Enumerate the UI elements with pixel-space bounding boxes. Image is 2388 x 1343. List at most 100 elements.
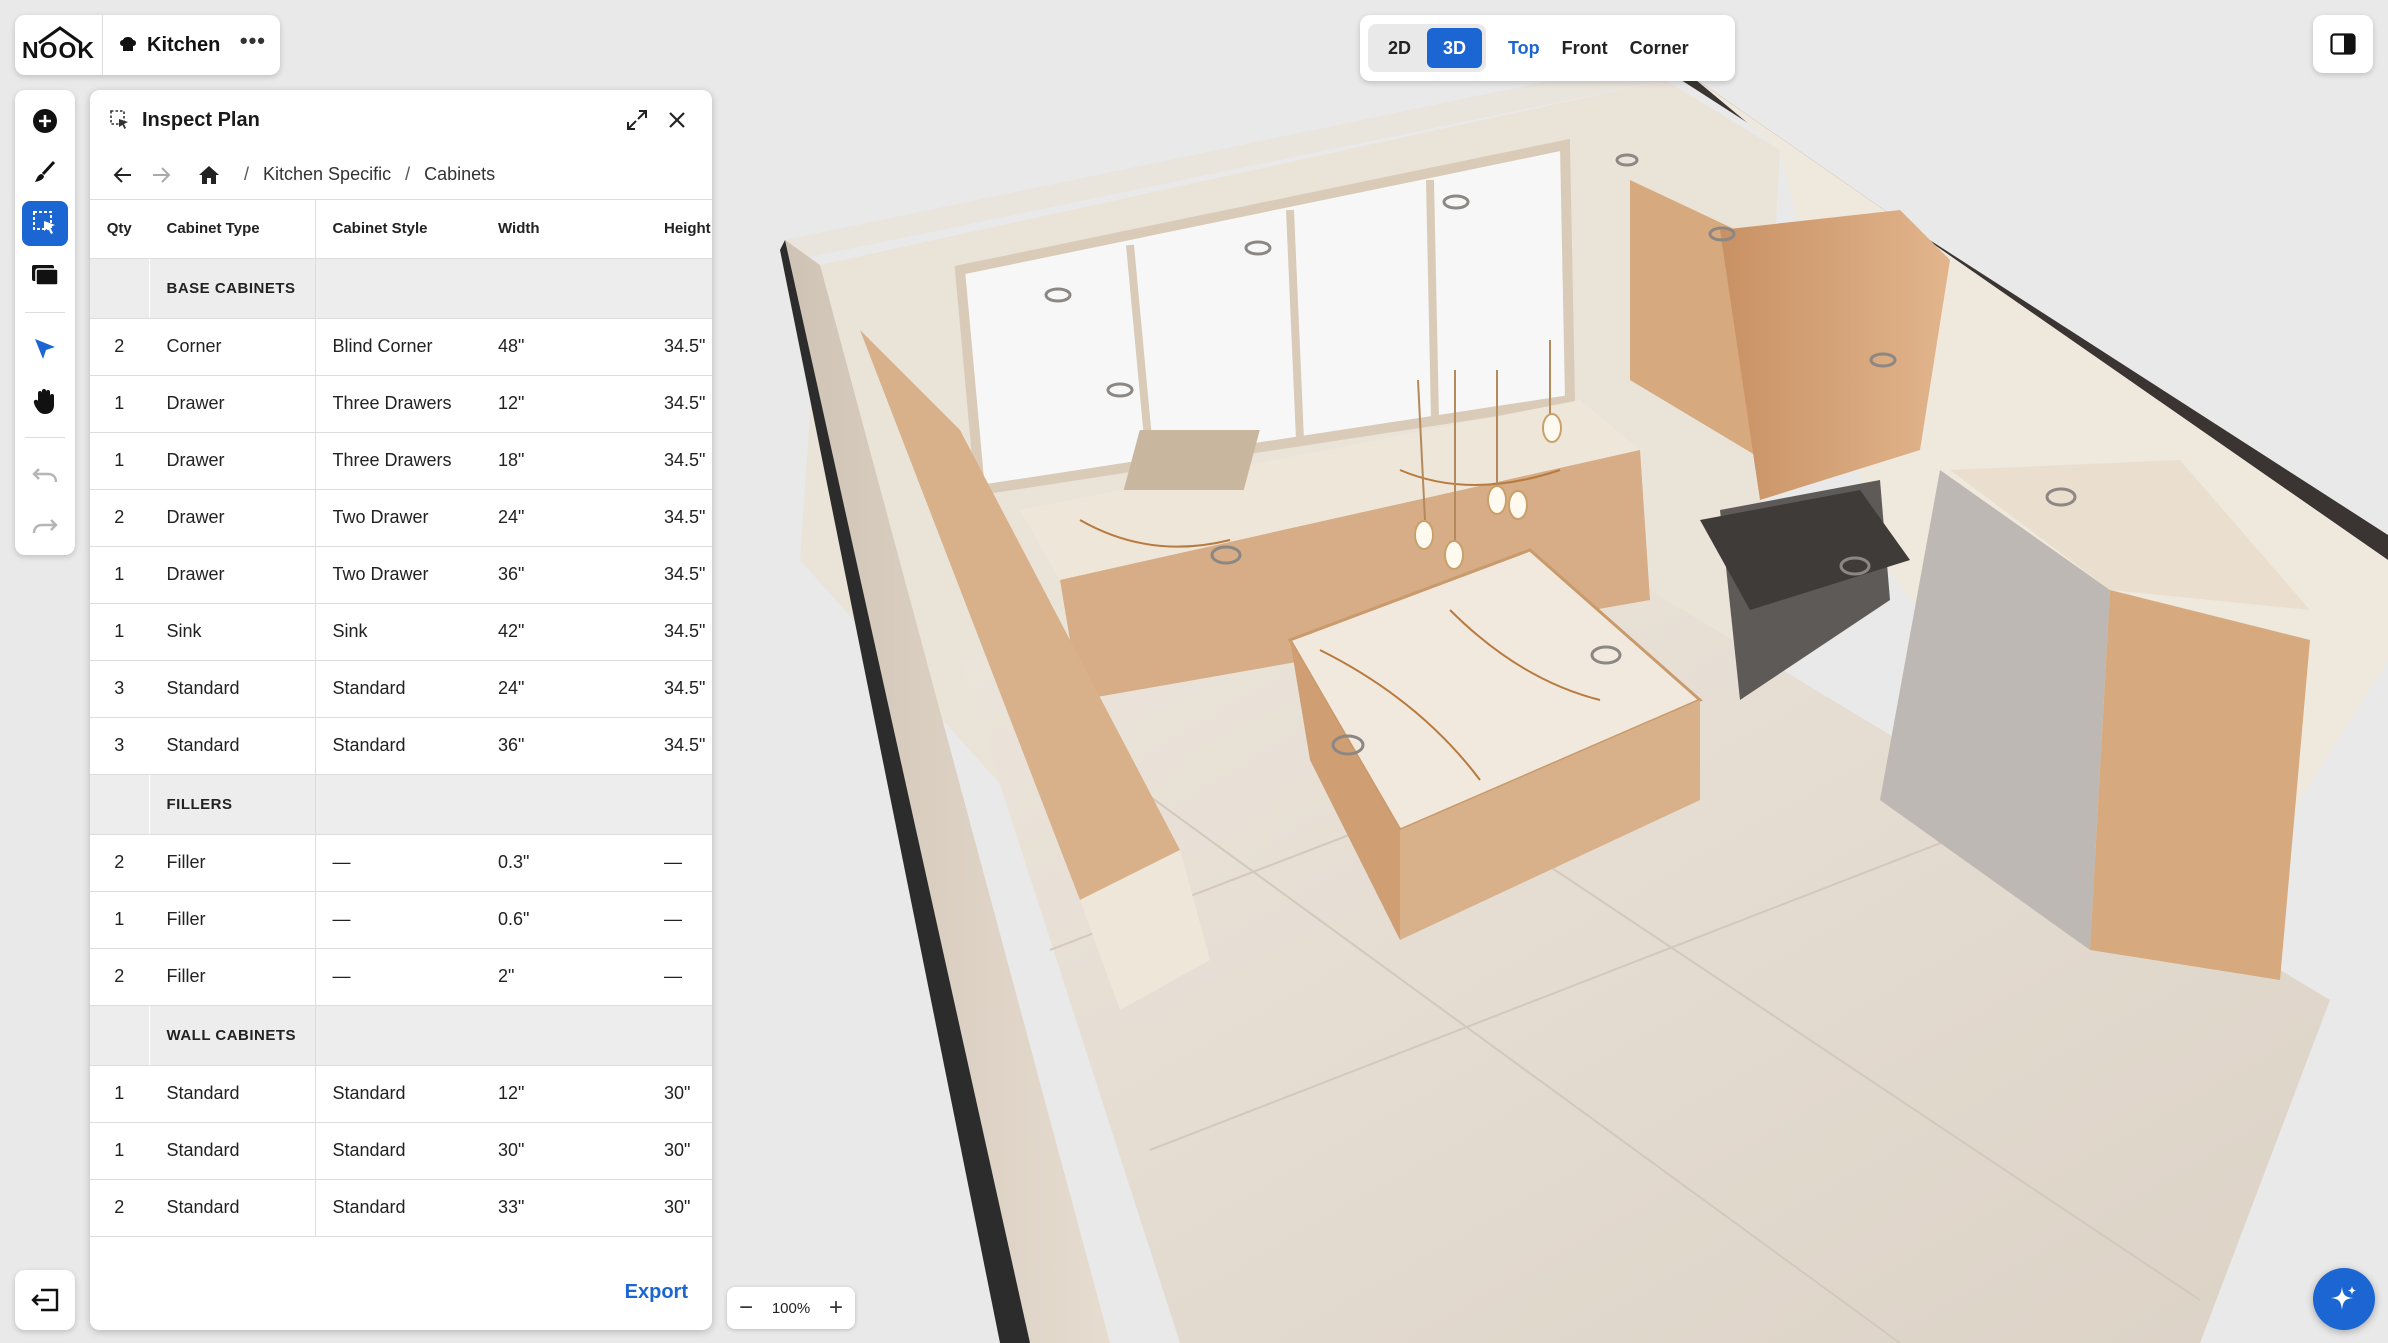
cell-qty: 2 — [90, 1179, 150, 1237]
pointer-tool-button[interactable] — [22, 326, 68, 371]
inspect-tool-button[interactable] — [22, 200, 68, 247]
cell-height: 30" — [647, 1122, 712, 1180]
library-tool-button[interactable] — [22, 252, 68, 297]
table-row[interactable]: 2 Corner Blind Corner 48" 34.5" — [90, 318, 712, 376]
zoom-out-button[interactable]: − — [739, 1296, 753, 1320]
cell-qty: 2 — [90, 948, 150, 1006]
cell-height: 34.5" — [647, 660, 712, 718]
camera-corner-button[interactable]: Corner — [1630, 38, 1689, 59]
cell-qty: 1 — [90, 891, 150, 949]
section-row: WALL CABINETS — [90, 1005, 712, 1066]
cell-cabinet-type: Standard — [149, 717, 316, 775]
zoom-level: 100% — [771, 1299, 811, 1317]
tools-toolbar — [15, 90, 75, 555]
table-row[interactable]: 2 Filler —0.3" — — [90, 834, 712, 892]
table-row[interactable]: 1 Standard Standard 30" 30" — [90, 1122, 712, 1180]
table-row[interactable]: 1 Drawer Three Drawers 12" 34.5" — [90, 375, 712, 433]
view-switcher: 2D 3D Top Front Corner — [1360, 15, 1735, 81]
table-row[interactable]: 1 Drawer Two Drawer 36" 34.5" — [90, 546, 712, 604]
column-header-height[interactable]: Height — [647, 200, 712, 259]
camera-top-button[interactable]: Top — [1508, 38, 1540, 59]
pointer-icon — [35, 339, 55, 360]
cell-cabinet-style: Two Drawer — [315, 546, 481, 604]
cell-cabinet-style: Three Drawers — [315, 375, 481, 433]
cell-width: 36" — [481, 546, 647, 604]
section-row: BASE CABINETS — [90, 258, 712, 319]
section-spacer — [90, 1005, 150, 1066]
home-button[interactable] — [192, 158, 226, 192]
section-spacer — [315, 774, 712, 835]
cell-qty: 1 — [90, 375, 150, 433]
cell-height: 34.5" — [647, 603, 712, 661]
section-spacer — [315, 258, 712, 319]
cell-qty: 3 — [90, 717, 150, 775]
breadcrumb-cabinets[interactable]: Cabinets — [424, 164, 495, 185]
redo-button[interactable] — [22, 504, 68, 549]
column-header-cabinet-type[interactable]: Cabinet Type — [149, 200, 316, 259]
cell-cabinet-style: Standard — [315, 1179, 481, 1237]
back-button[interactable] — [106, 158, 140, 192]
table-row[interactable]: 1 Sink Sink 42" 34.5" — [90, 603, 712, 661]
nook-logo[interactable]: NOOK — [15, 15, 103, 75]
column-header-cabinet-style[interactable]: Cabinet Style — [315, 200, 481, 259]
cell-height: — — [647, 948, 712, 1006]
cell-cabinet-type: Filler — [149, 891, 316, 949]
project-name: Kitchen — [147, 33, 221, 56]
cell-qty: 2 — [90, 489, 150, 547]
section-name: WALL CABINETS — [149, 1005, 316, 1066]
ai-assistant-button[interactable] — [2313, 1268, 2375, 1330]
table-row[interactable]: 1 Drawer Three Drawers 18" 34.5" — [90, 432, 712, 490]
cell-qty: 1 — [90, 546, 150, 604]
cell-width: 24" — [481, 660, 647, 718]
cell-width: 0.6" — [481, 891, 647, 949]
cell-height: 34.5" — [647, 546, 712, 604]
project-selector[interactable]: Kitchen — [103, 34, 240, 57]
cell-width: 2" — [481, 948, 647, 1006]
cell-width: 0.3" — [481, 834, 647, 892]
add-tool-button[interactable] — [22, 98, 68, 143]
forward-button[interactable] — [144, 158, 178, 192]
zoom-in-button[interactable]: + — [829, 1296, 843, 1320]
column-header-width[interactable]: Width — [481, 200, 647, 259]
table-row[interactable]: 2 Filler —2" — — [90, 948, 712, 1006]
cell-width: 12" — [481, 1065, 647, 1123]
column-header-qty[interactable]: Qty — [90, 200, 150, 259]
cell-width: 42" — [481, 603, 647, 661]
more-options-button[interactable]: ••• — [240, 28, 280, 62]
table-row[interactable]: 1 Filler —0.6" — — [90, 891, 712, 949]
add-icon — [33, 108, 57, 133]
cell-cabinet-type: Filler — [149, 834, 316, 892]
panel-footer: Export — [90, 1255, 712, 1330]
view-3d-button[interactable]: 3D — [1427, 28, 1482, 68]
undo-button[interactable] — [22, 452, 68, 497]
cell-height: 30" — [647, 1179, 712, 1237]
expand-panel-button[interactable] — [620, 103, 654, 137]
cabinet-table: Qty Cabinet Type Cabinet Style Width Hei… — [90, 200, 712, 1237]
table-body: BASE CABINETS 2 Corner Blind Corner 48" 34.5"… — [90, 258, 712, 1237]
table-row[interactable]: 2 Standard Standard 33" 30" — [90, 1179, 712, 1237]
cell-cabinet-type: Filler — [149, 948, 316, 1006]
breadcrumb-kitchen-specific[interactable]: Kitchen Specific — [263, 164, 391, 185]
table-row[interactable]: 3 Standard Standard 36" 34.5" — [90, 717, 712, 775]
table-row[interactable]: 1 Standard Standard 12" 30" — [90, 1065, 712, 1123]
cell-height: 34.5" — [647, 375, 712, 433]
cell-qty: 3 — [90, 660, 150, 718]
view-2d-button[interactable]: 2D — [1372, 28, 1427, 68]
table-row[interactable]: 2 Drawer Two Drawer 24" 34.5" — [90, 489, 712, 547]
cell-cabinet-style: Standard — [315, 1065, 481, 1123]
paint-tool-button[interactable] — [22, 149, 68, 194]
undo-icon — [32, 468, 58, 482]
cell-cabinet-type: Drawer — [149, 375, 316, 433]
exit-button[interactable] — [15, 1270, 75, 1330]
camera-front-button[interactable]: Front — [1562, 38, 1608, 59]
export-button[interactable]: Export — [625, 1281, 688, 1304]
inspect-icon — [110, 110, 128, 129]
sidebar-toggle-button[interactable] — [2313, 15, 2373, 73]
close-panel-button[interactable] — [660, 103, 694, 137]
table-row[interactable]: 3 Standard Standard 24" 34.5" — [90, 660, 712, 718]
cell-cabinet-type: Corner — [149, 318, 316, 376]
cell-qty: 1 — [90, 603, 150, 661]
cell-height: — — [647, 891, 712, 949]
cell-width: 33" — [481, 1179, 647, 1237]
pan-tool-button[interactable] — [22, 378, 68, 423]
